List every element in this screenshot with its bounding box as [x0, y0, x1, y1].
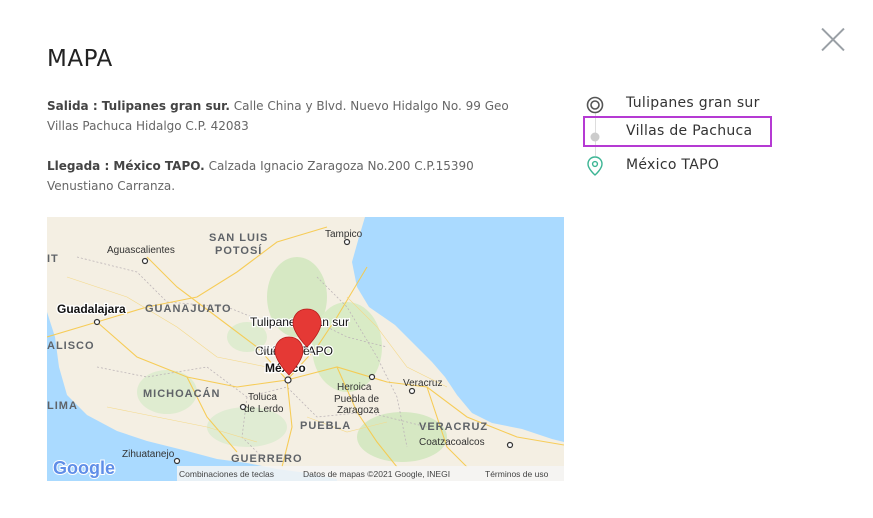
origin-ring-icon [586, 96, 604, 114]
map-label-zaragoza: Zaragoza [337, 405, 380, 416]
map-label-puebla: PUEBLA [300, 420, 351, 432]
map-label-coatzacoalcos: Coatzacoalcos [419, 437, 485, 448]
close-icon[interactable] [820, 26, 846, 52]
stop-item-origin[interactable]: Tulipanes gran sur [580, 92, 780, 118]
map-label-heroica: Heroica [337, 382, 372, 393]
map-label-tampico: Tampico [325, 229, 363, 240]
map-label-aguascalientes: Aguascalientes [107, 245, 175, 256]
map-label-zihuatanejo: Zihuatanejo [122, 449, 175, 460]
map-label-guanajuato: GUANAJUATO [145, 303, 232, 315]
map-terms-link[interactable]: Términos de uso [485, 469, 549, 479]
stop-item-intermediate[interactable]: Villas de Pachuca [580, 120, 780, 146]
map-label-it: IT [47, 253, 59, 265]
modal-title: MAPA [47, 46, 113, 72]
map-label-potosi: POTOSÍ [215, 244, 262, 257]
map-label-guerrero: GUERRERO [231, 453, 303, 465]
intermediate-dot-icon [590, 132, 600, 142]
map-label-san-luis: SAN LUIS [209, 232, 268, 244]
departure-label: Salida : Tulipanes gran sur. [47, 99, 230, 113]
stop-label: Tulipanes gran sur [626, 95, 760, 111]
arrival-info: Llegada : México TAPO. Calzada Ignacio Z… [47, 156, 537, 196]
stop-label: Villas de Pachuca [626, 123, 753, 139]
stop-label: México TAPO [626, 157, 720, 173]
departure-info: Salida : Tulipanes gran sur. Calle China… [47, 96, 537, 136]
map-label-de-lerdo: de Lerdo [244, 404, 284, 415]
map-label-toluca: Toluca [248, 392, 277, 403]
destination-pin-icon [587, 156, 603, 176]
map-label-veracruz-state: VERACRUZ [419, 421, 488, 433]
map-label-guadalajara: Guadalajara [57, 302, 126, 316]
map-shortcuts-link[interactable]: Combinaciones de teclas [179, 469, 274, 479]
google-logo: Google [53, 458, 115, 478]
map-label-michoacan: MICHOACÁN [143, 387, 220, 400]
route-map[interactable]: SAN LUIS POTOSÍ GUANAJUATO ALISCO MICHOA… [47, 217, 564, 481]
map-label-alisco: ALISCO [47, 340, 95, 352]
stop-item-destination[interactable]: México TAPO [580, 154, 780, 180]
map-data-attribution: Datos de mapas ©2021 Google, INEGI [303, 469, 450, 479]
map-label-veracruz: Veracruz [403, 378, 442, 389]
map-label-lima: LIMA [47, 400, 78, 412]
map-label-puebla-de: Puebla de [334, 394, 379, 405]
arrival-label: Llegada : México TAPO. [47, 159, 205, 173]
